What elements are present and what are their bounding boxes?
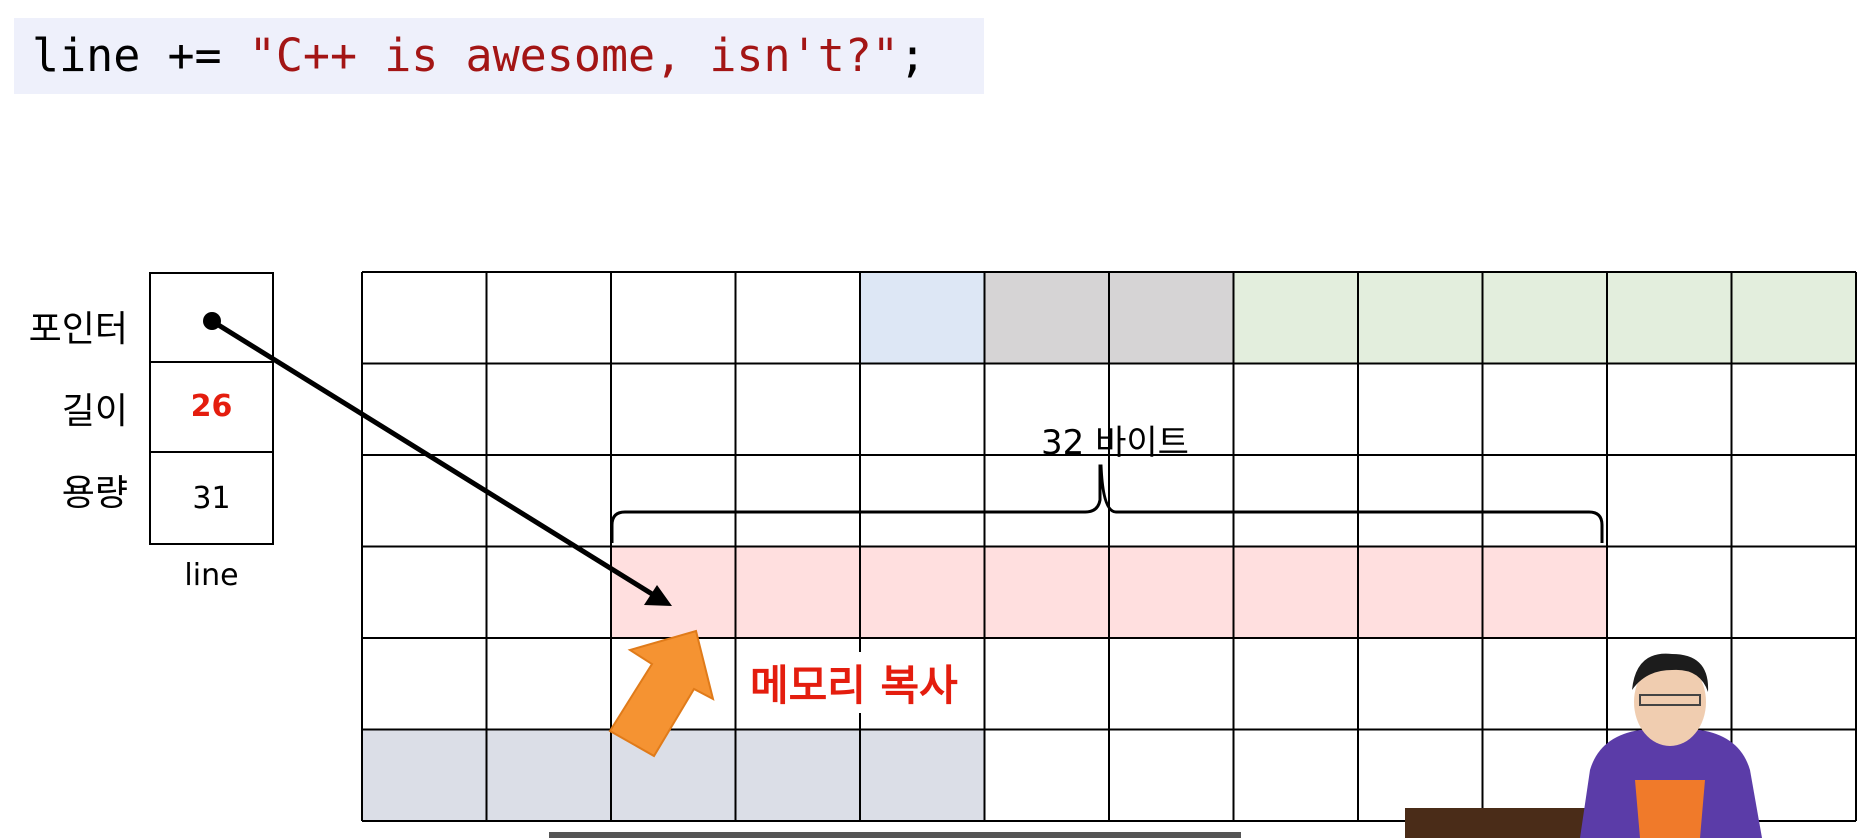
memory-cell — [1731, 455, 1856, 547]
memory-cell — [486, 729, 611, 821]
memory-cell — [1233, 363, 1358, 455]
memory-cell — [1731, 363, 1856, 455]
memory-cell — [735, 272, 860, 364]
memory-cell — [984, 272, 1109, 364]
memory-cell — [611, 455, 736, 547]
memory-cell — [362, 363, 487, 455]
memory-cell — [1607, 363, 1732, 455]
memory-cell — [735, 363, 860, 455]
memory-cell — [984, 546, 1109, 638]
memory-cell — [860, 272, 985, 364]
memory-cell — [362, 638, 487, 730]
memory-cell — [1731, 546, 1856, 638]
memory-cell — [362, 546, 487, 638]
memory-cell — [860, 729, 985, 821]
memory-cell — [611, 363, 736, 455]
memory-cell — [1607, 455, 1732, 547]
memory-cell — [1109, 272, 1234, 364]
memory-cell — [362, 729, 487, 821]
memory-cell — [486, 272, 611, 364]
memory-copy-label: 메모리 복사 — [744, 652, 964, 713]
memory-cell — [860, 455, 985, 547]
memory-cell — [1482, 546, 1607, 638]
memory-cell — [611, 272, 736, 364]
memory-cell — [860, 363, 985, 455]
memory-cell — [1233, 729, 1358, 821]
memory-cell — [984, 638, 1109, 730]
memory-cell — [1731, 272, 1856, 364]
memory-cell — [1607, 272, 1732, 364]
memory-cell — [1358, 546, 1483, 638]
memory-cell — [486, 638, 611, 730]
memory-cell — [1358, 272, 1483, 364]
memory-cell — [1109, 455, 1234, 547]
memory-cell — [1109, 546, 1234, 638]
memory-cell — [1607, 546, 1732, 638]
memory-cell — [362, 272, 487, 364]
memory-cell — [1109, 638, 1234, 730]
memory-cell — [1233, 455, 1358, 547]
memory-cell — [1109, 729, 1234, 821]
block-size-caption: 32 바이트 — [1041, 423, 1189, 463]
memory-cell — [1358, 455, 1483, 547]
memory-cell — [735, 546, 860, 638]
memory-cell — [1482, 455, 1607, 547]
memory-cell — [1482, 272, 1607, 364]
memory-cell — [1358, 363, 1483, 455]
memory-cell — [362, 455, 487, 547]
memory-cell — [611, 546, 736, 638]
memory-cell — [486, 546, 611, 638]
memory-cell — [984, 455, 1109, 547]
memory-cell — [1482, 363, 1607, 455]
memory-cell — [1233, 272, 1358, 364]
memory-cell — [860, 546, 985, 638]
video-progress-bar[interactable] — [549, 832, 1241, 838]
memory-cell — [1233, 638, 1358, 730]
memory-cell — [1233, 546, 1358, 638]
memory-cell — [984, 729, 1109, 821]
presenter-image — [1405, 653, 1762, 838]
memory-cell — [735, 729, 860, 821]
memory-cell — [735, 455, 860, 547]
memory-cell — [486, 363, 611, 455]
